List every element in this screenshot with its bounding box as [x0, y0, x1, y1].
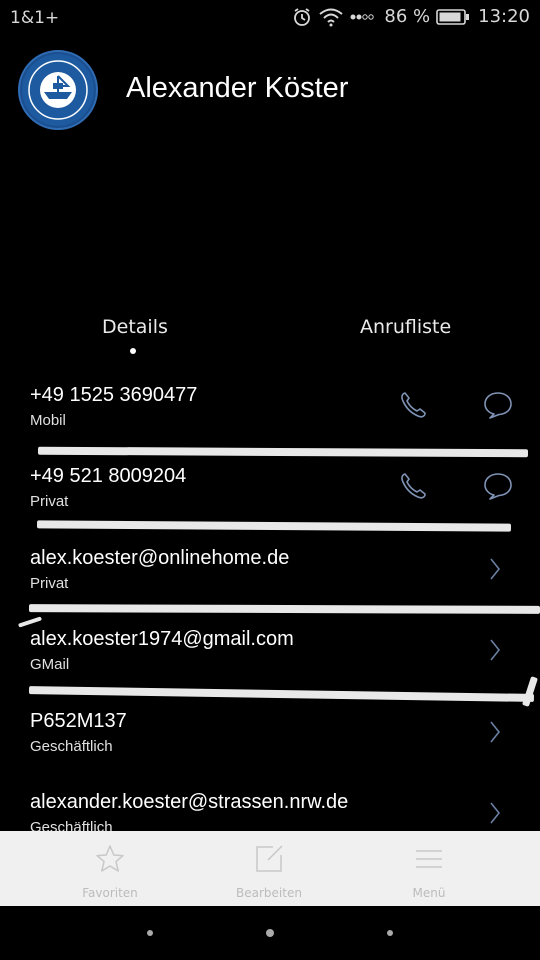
chevron-right-icon: [490, 802, 501, 824]
system-nav-bar: [0, 906, 540, 960]
nav-recents-button[interactable]: [387, 930, 393, 936]
favorites-button[interactable]: Favoriten: [20, 831, 200, 906]
edit-button[interactable]: Bearbeiten: [179, 831, 359, 906]
favorites-label: Favoriten: [82, 886, 138, 900]
list-item[interactable]: alex.koester@onlinehome.de Privat: [0, 533, 540, 613]
menu-label: Menü: [412, 886, 446, 900]
carrier-label: 1&1+: [10, 8, 60, 28]
list-item[interactable]: +49 521 8009204 Privat: [0, 451, 540, 531]
wifi-icon: [319, 8, 344, 26]
entry-value: P652M137: [30, 710, 127, 732]
star-icon: [96, 845, 124, 872]
entry-label: Privat: [30, 575, 69, 592]
signal-icon: [350, 13, 375, 20]
list-item[interactable]: +49 1525 3690477 Mobil: [0, 370, 540, 450]
list-item[interactable]: alex.koester1974@gmail.com GMail: [0, 614, 540, 694]
chevron-right-icon: [490, 558, 501, 580]
nav-home-button[interactable]: [266, 929, 274, 937]
message-icon[interactable]: [482, 471, 514, 501]
edit-icon: [256, 845, 283, 872]
phone-icon[interactable]: [398, 471, 428, 501]
bottom-toolbar: Favoriten Bearbeiten Menü: [0, 831, 540, 906]
entry-value: alex.koester1974@gmail.com: [30, 628, 294, 650]
tab-details[interactable]: Details: [102, 316, 168, 338]
alarm-icon: [294, 7, 311, 26]
edit-label: Bearbeiten: [236, 886, 302, 900]
battery-percent: 86 %: [384, 6, 431, 27]
entry-value: alexander.koester@strassen.nrw.de: [30, 791, 349, 813]
tab-selected-indicator: [130, 348, 136, 354]
contact-header: Alexander Köster: [0, 44, 540, 140]
phone-icon[interactable]: [398, 390, 428, 420]
entry-label: Mobil: [30, 412, 66, 429]
tab-call-log[interactable]: Anrufliste: [360, 316, 451, 338]
menu-button[interactable]: Menü: [339, 831, 519, 906]
nav-back-button[interactable]: [147, 930, 153, 936]
entry-label: Geschäftlich: [30, 738, 113, 755]
clock: 13:20: [478, 6, 530, 27]
contact-avatar[interactable]: [18, 50, 98, 130]
entry-value: +49 521 8009204: [30, 465, 187, 487]
menu-icon: [416, 850, 442, 868]
club-logo-icon: [22, 54, 94, 126]
list-item[interactable]: P652M137 Geschäftlich: [0, 696, 540, 776]
status-bar: 1&1+ 86 % 13:20: [0, 0, 540, 36]
tab-bar: Details Anrufliste: [0, 316, 540, 362]
message-icon[interactable]: [482, 390, 514, 420]
entry-value: alex.koester@onlinehome.de: [30, 547, 290, 569]
entry-label: GMail: [30, 656, 70, 673]
battery-icon: [436, 8, 470, 25]
entry-label: Privat: [30, 493, 69, 510]
chevron-right-icon: [490, 721, 501, 743]
contact-name: Alexander Köster: [126, 72, 349, 104]
entry-value: +49 1525 3690477: [30, 384, 198, 406]
chevron-right-icon: [490, 639, 501, 661]
